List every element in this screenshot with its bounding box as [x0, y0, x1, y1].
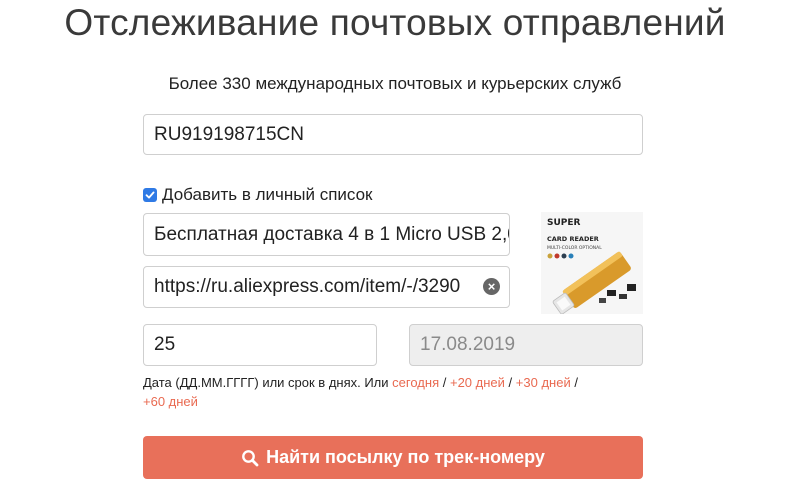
thumbnail-caption: MULTI-COLOR OPTIONAL [547, 245, 602, 251]
separator: / [508, 375, 513, 390]
item-name-input[interactable]: Бесплатная доставка 4 в 1 Micro USB 2,0 [143, 213, 510, 256]
page-title: Отслеживание почтовых отправлений [64, 2, 726, 43]
days-value: 25 [154, 334, 176, 355]
check-icon[interactable] [143, 188, 157, 202]
separator: / [442, 375, 447, 390]
thumbnail-brand: SUPER [547, 218, 581, 228]
link-plus-30-days[interactable]: +30 дней [516, 375, 571, 390]
add-to-list-checkbox[interactable]: Добавить в личный список [143, 184, 373, 206]
page-subtitle: Более 330 международных почтовых и курье… [168, 74, 622, 93]
item-name-value: Бесплатная доставка 4 в 1 Micro USB 2,0 [154, 223, 510, 245]
add-to-list-label: Добавить в личный список [162, 185, 373, 204]
thumbnail-product: CARD READER [547, 235, 599, 243]
search-parcel-button-label: Найти посылку по трек-номеру [266, 447, 545, 467]
link-plus-60-days[interactable]: +60 дней [143, 394, 198, 409]
link-plus-20-days[interactable]: +20 дней [450, 375, 505, 390]
item-url-value: https://ru.aliexpress.com/item/-/3290 [154, 276, 461, 297]
link-today[interactable]: сегодня [392, 375, 439, 390]
track-number-value: RU919198715CN [154, 123, 304, 145]
date-value: 17.08.2019 [420, 334, 516, 355]
date-input[interactable]: 17.08.2019 [409, 324, 643, 366]
search-parcel-button[interactable]: Найти посылку по трек-номеру [143, 436, 643, 479]
product-thumbnail: SUPER CARD READER MULTI-COLOR OPTIONAL [541, 212, 643, 314]
track-number-input[interactable]: RU919198715CN [143, 114, 643, 155]
close-circle-icon[interactable]: × [483, 278, 500, 295]
search-icon [242, 449, 259, 466]
item-url-input[interactable]: https://ru.aliexpress.com/item/-/3290 [143, 266, 510, 308]
separator: / [574, 375, 578, 390]
days-input[interactable]: 25 [143, 324, 377, 366]
date-hint: Дата (ДД.ММ.ГГГГ) или срок в днях. Или с… [143, 373, 653, 411]
date-hint-text: Дата (ДД.ММ.ГГГГ) или срок в днях. Или [143, 375, 389, 390]
